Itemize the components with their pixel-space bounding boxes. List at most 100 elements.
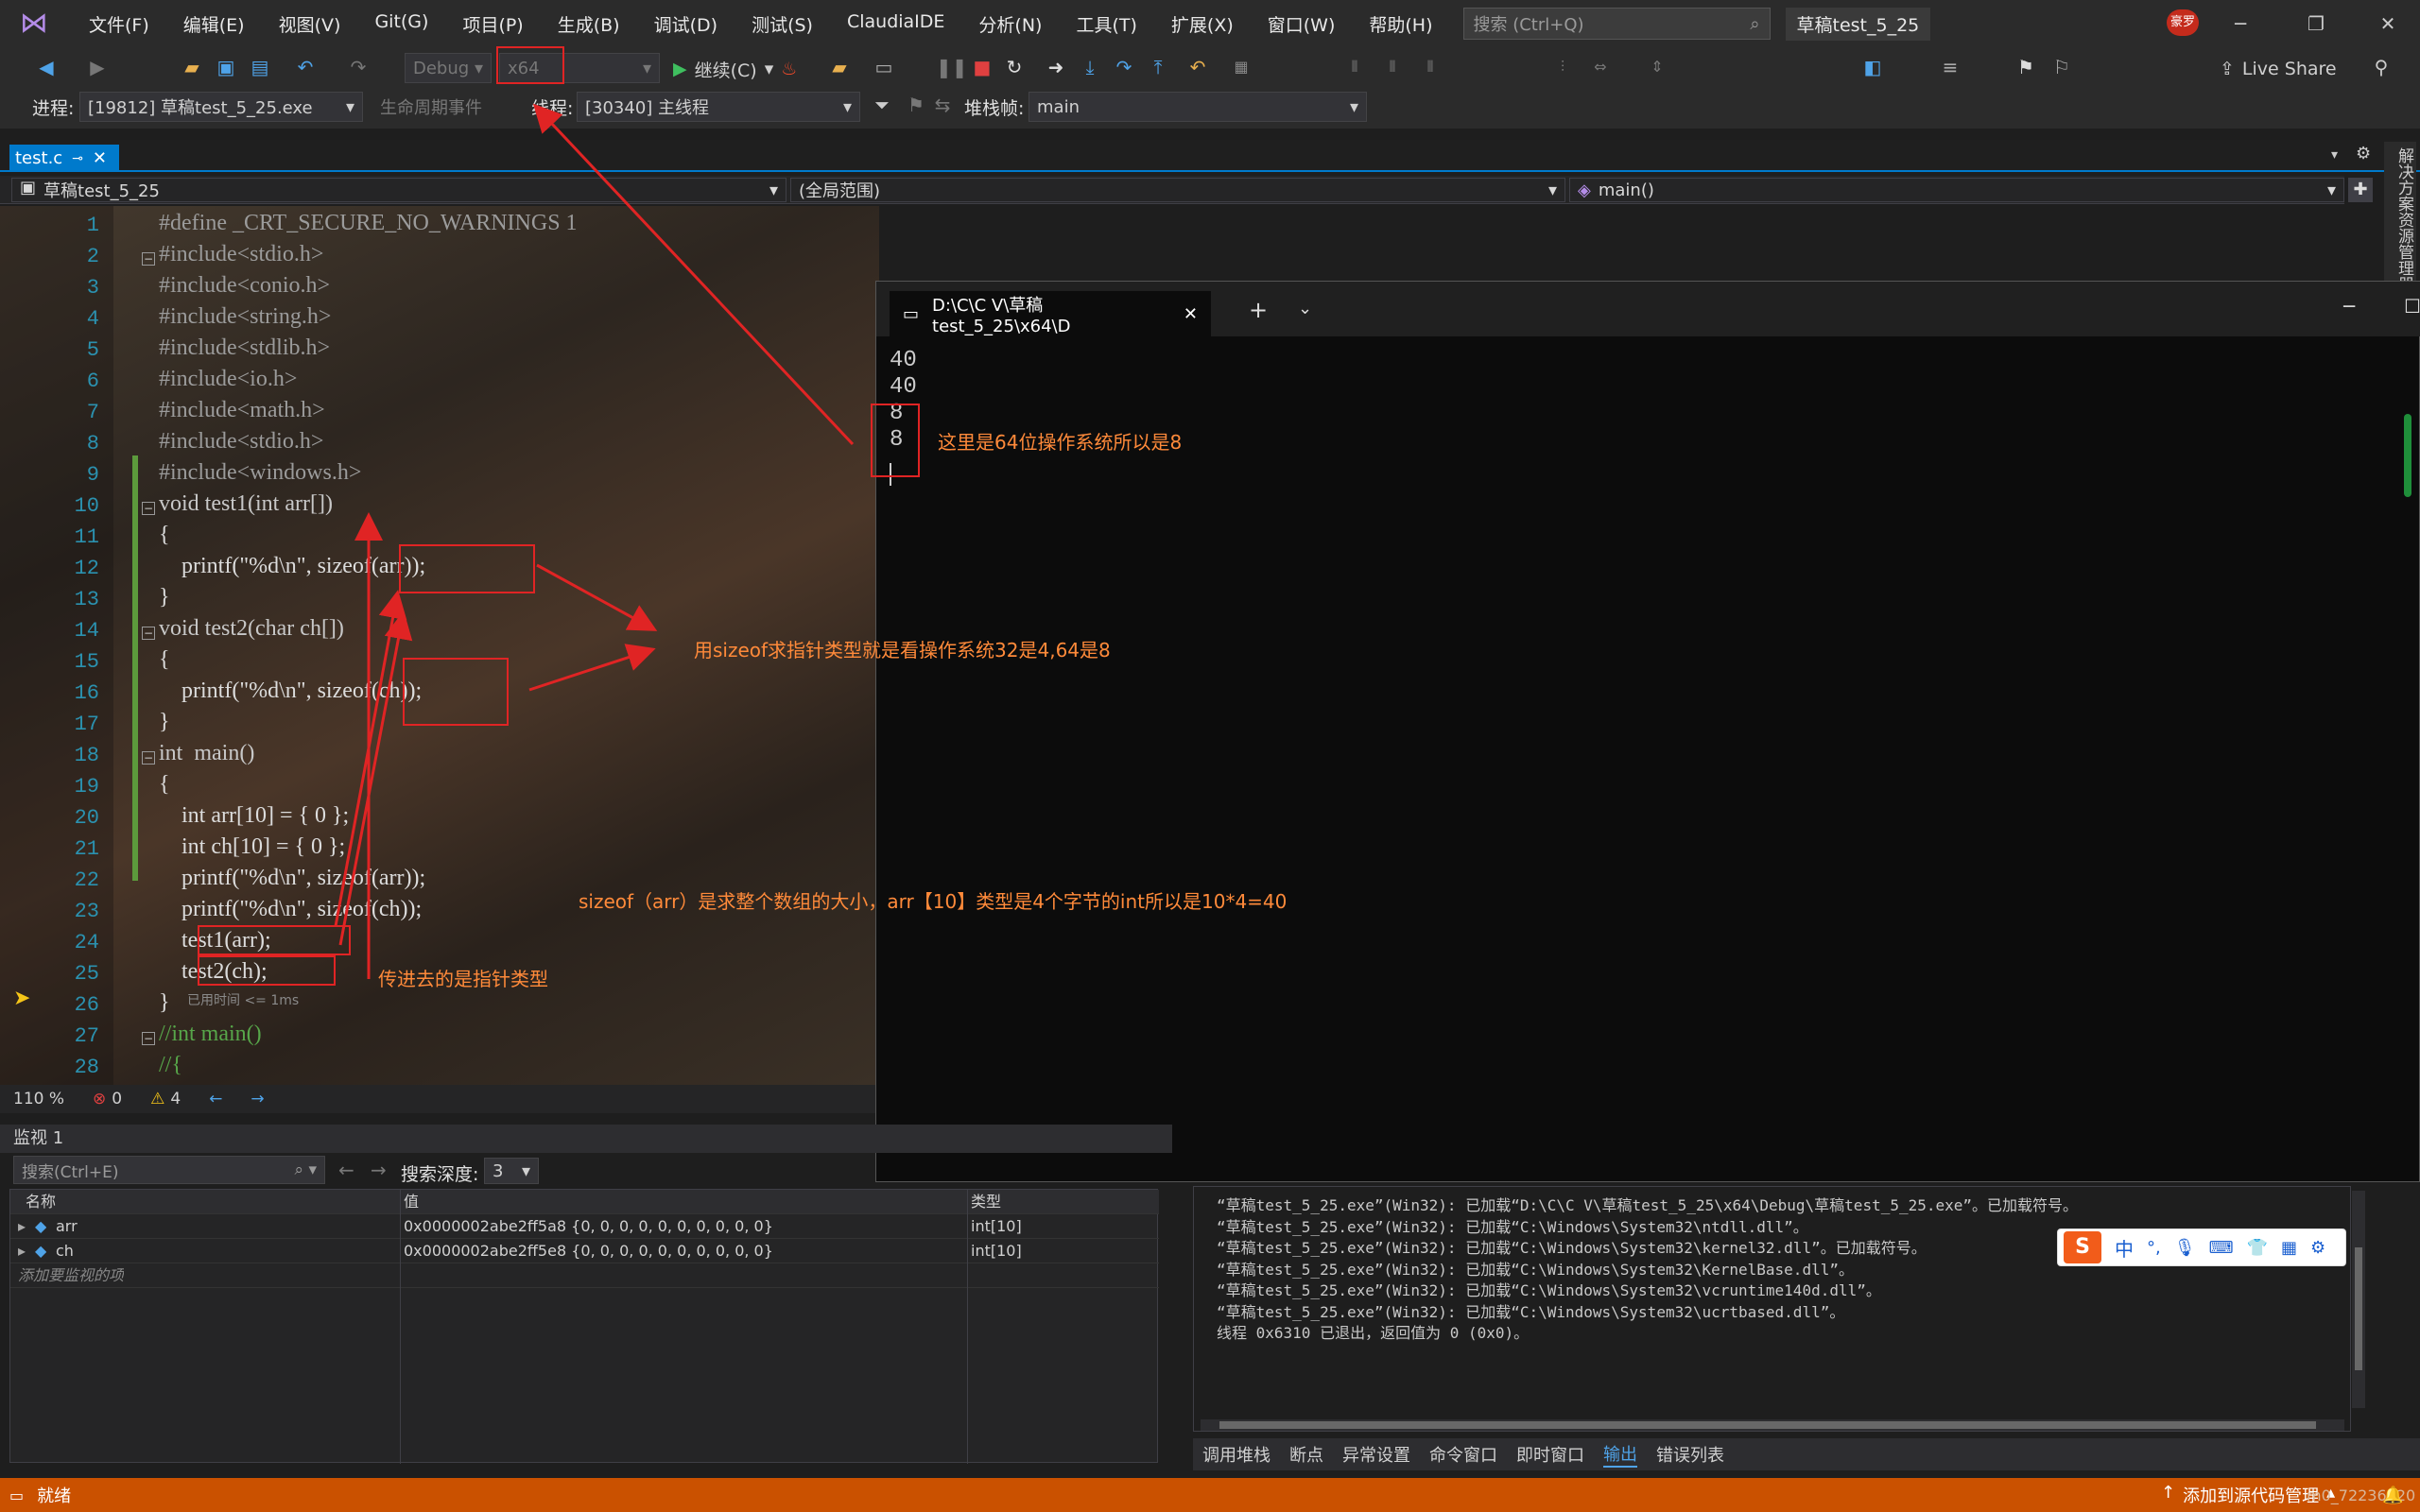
code-line[interactable]: } [159,990,170,1016]
search-input[interactable]: 搜索 (Ctrl+Q) ⌕ [1462,8,1771,40]
code-line[interactable]: #define _CRT_SECURE_NO_WARNINGS 1 [159,211,578,236]
bottom-tab[interactable]: 输出 [1603,1441,1637,1468]
forward-icon[interactable]: → [371,1159,387,1181]
hot-restart-icon[interactable]: ↶ [1185,53,1210,81]
code-line[interactable]: //{ [159,1053,182,1078]
code-line[interactable]: test1(arr); [159,928,271,954]
tab-test-c[interactable]: test.c ⊸ ✕ [9,145,119,172]
fold-toggle-icon[interactable]: − [142,502,155,515]
filter-icon[interactable]: ⏷ [870,91,894,119]
menu-item[interactable]: 项目(P) [445,11,540,37]
expand-arrow-icon[interactable]: ▸ [18,1239,26,1263]
scope-select[interactable]: (全局范围) ▾ [790,178,1565,202]
menu-item[interactable]: Git(G) [357,11,445,37]
align-center-icon[interactable]: ⫴ [1380,53,1405,81]
stackframe-select[interactable]: main ▾ [1028,92,1367,122]
code-line[interactable]: int ch[10] = { 0 }; [159,834,345,860]
stop-icon[interactable]: ■ [970,53,994,81]
add-watch-row[interactable]: 添加要监视的项 [10,1263,1159,1288]
align-right-icon[interactable]: ⫴ [1418,53,1443,81]
back-icon[interactable]: ◀ [34,53,59,81]
watch-row[interactable]: ▸ ◆ arr 0x0000002abe2ff5a8 {0, 0, 0, 0, 0, … [10,1214,1159,1239]
menu-item[interactable]: 扩展(X) [1154,11,1251,37]
code-line[interactable]: { [159,772,170,798]
console-scroll-indicator[interactable] [2404,414,2411,497]
menu-item[interactable]: 调试(D) [637,11,735,37]
menu-item[interactable]: ClaudiaIDE [830,11,961,37]
code-line[interactable]: { [159,523,170,548]
keyboard-icon[interactable]: ⌨ [2209,1238,2234,1258]
undo-icon[interactable]: ↶ [293,53,318,81]
thread-select[interactable]: [30340] 主线程 ▾ [577,92,860,122]
close-icon[interactable]: ✕ [93,148,107,168]
menu-item[interactable]: 分析(N) [961,11,1059,37]
watch-value[interactable]: 0x0000002abe2ff5a8 {0, 0, 0, 0, 0, 0, 0,… [404,1214,961,1239]
column-header-type[interactable]: 类型 [971,1190,1001,1214]
fold-toggle-icon[interactable]: − [142,751,155,765]
step-out-icon[interactable]: ⤒ [1146,53,1170,81]
code-line[interactable]: #include<io.h> [159,367,297,392]
layout-icon[interactable]: ◧ [1860,53,1885,81]
code-line[interactable]: void test2(char ch[]) [159,616,344,642]
live-share-button[interactable]: ⇪ Live Share [2220,55,2337,83]
expand-arrow-icon[interactable]: ▸ [18,1214,26,1239]
fold-toggle-icon[interactable]: − [142,1032,155,1045]
code-line[interactable]: int arr[10] = { 0 }; [159,803,349,829]
order-icon[interactable]: ⇕ [1645,53,1669,81]
column-divider[interactable] [400,1190,401,1464]
redo-icon[interactable]: ↷ [346,53,371,81]
code-line[interactable]: printf("%d\n", sizeof(arr)); [159,866,425,891]
user-avatar[interactable]: 豪罗 [2167,9,2199,36]
menu-item[interactable]: 生成(B) [541,11,637,37]
settings-gear-icon[interactable]: ⚙ [2356,144,2371,163]
output-window[interactable]: “草稿test_5_25.exe”(Win32): 已加载“D:\C\C V\草… [1193,1186,2351,1432]
process-select[interactable]: [19812] 草稿test_5_25.exe ▾ [79,92,363,122]
fold-toggle-icon[interactable]: − [142,627,155,640]
code-line[interactable]: printf("%d\n", sizeof(ch)); [159,679,422,704]
depth-select[interactable]: 3 ▾ [484,1158,539,1184]
punctuation-icon[interactable]: °, [2147,1238,2161,1258]
code-line[interactable]: #include<stdlib.h> [159,335,330,361]
column-header-name[interactable]: 名称 [26,1190,56,1214]
lifecycle-events-label[interactable]: 生命周期事件 [380,94,482,119]
code-line[interactable]: #include<math.h> [159,398,325,423]
code-line[interactable]: #include<conio.h> [159,273,330,299]
menu-item[interactable]: 帮助(H) [1352,11,1449,37]
notification-bell-icon[interactable]: 🔔 [2382,1486,2403,1505]
comment-icon[interactable]: ≡ [1938,53,1962,81]
toolbox-icon[interactable]: ▦ [2281,1238,2297,1258]
menu-item[interactable]: 测试(S) [735,11,830,37]
menu-item[interactable]: 编辑(E) [166,11,262,37]
code-line[interactable]: #include<windows.h> [159,460,361,486]
minimize-icon[interactable]: ─ [2343,295,2355,318]
pause-icon[interactable]: ❚❚ [936,53,968,81]
code-line[interactable]: printf("%d\n", sizeof(ch)); [159,897,422,922]
fold-toggle-icon[interactable]: − [142,252,155,266]
open-folder-icon[interactable]: ▰ [180,53,204,81]
flag-threads-icon[interactable]: ⚑ [904,91,928,119]
bookmark-icon[interactable]: ⚑ [2014,53,2038,81]
bottom-tab[interactable]: 命令窗口 [1429,1442,1497,1467]
bookmark-prev-icon[interactable]: ⚐ [2049,53,2074,81]
menu-item[interactable]: 文件(F) [72,11,166,37]
column-header-value[interactable]: 值 [404,1190,419,1214]
console-tab[interactable]: ▭ D:\C\C V\草稿test_5_25\x64\D ✕ [890,291,1211,336]
settings-icon[interactable]: ⚙ [2310,1238,2325,1258]
folder-icon[interactable]: ▰ [827,53,852,81]
chevron-down-icon[interactable]: ⌄ [1298,299,1312,318]
code-line[interactable]: } [159,585,170,610]
member-select[interactable]: ◈ main() ▾ [1569,178,2344,202]
scroll-thumb[interactable] [1219,1421,2316,1429]
tab-overflow-icon[interactable]: ▾ [2331,147,2338,163]
spacing-icon[interactable]: ⫶ [1550,53,1575,81]
output-horizontal-scrollbar[interactable] [1201,1419,2344,1431]
align-left-icon[interactable]: ⫴ [1342,53,1367,81]
step-into-icon[interactable]: ⤓ [1078,53,1102,81]
screenshot-icon[interactable]: ▭ [872,53,896,81]
menu-item[interactable]: 工具(T) [1059,11,1153,37]
error-count[interactable]: 0 [112,1090,122,1108]
project-select[interactable]: ▣ 草稿test_5_25 ▾ [11,178,786,202]
prev-issue-icon[interactable]: ← [209,1090,222,1108]
bottom-tab[interactable]: 即时窗口 [1516,1442,1584,1467]
code-line[interactable]: } [159,710,170,735]
